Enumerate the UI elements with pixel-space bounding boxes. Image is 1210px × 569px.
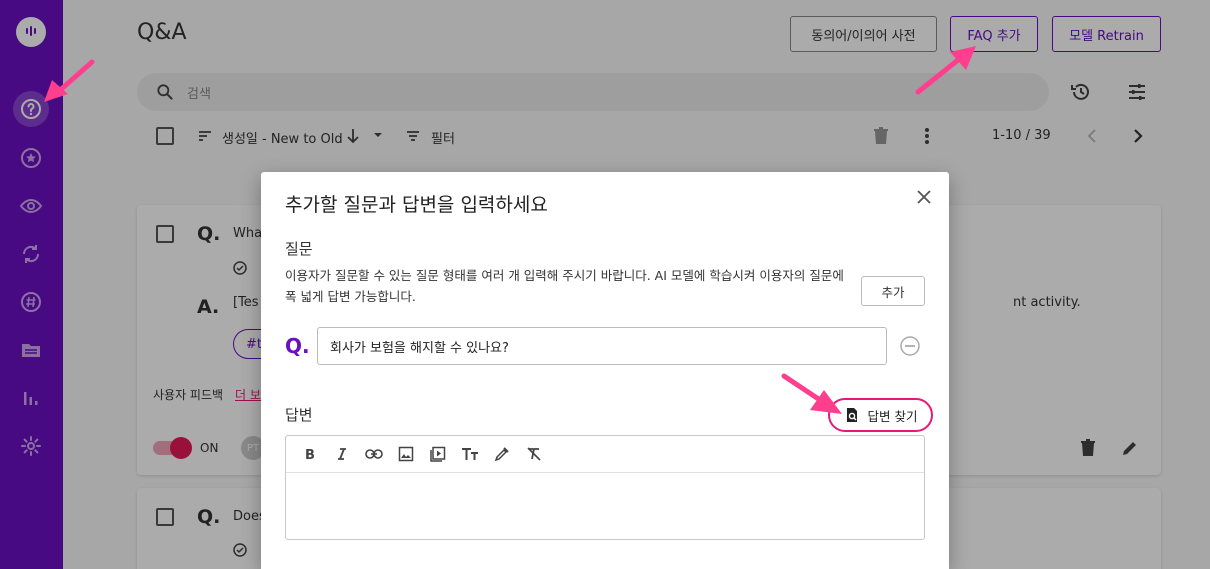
image-icon[interactable] — [390, 442, 422, 466]
clear-format-icon[interactable] — [518, 442, 550, 466]
close-icon — [917, 190, 931, 204]
answer-section-label: 답변 — [285, 406, 313, 424]
text-size-icon[interactable] — [454, 442, 486, 466]
dialog-title: 추가할 질문과 답변을 입력하세요 — [285, 194, 548, 216]
question-section-label: 질문 — [285, 240, 313, 258]
add-question-button[interactable]: 추가 — [861, 276, 925, 306]
color-picker-icon[interactable] — [486, 442, 518, 466]
close-button[interactable] — [913, 186, 935, 208]
question-input[interactable]: 회사가 보험을 해지할 수 있나요? — [317, 327, 887, 365]
question-description: 이용자가 질문할 수 있는 질문 형태를 여러 개 입력해 주시기 바랍니다. … — [285, 268, 844, 304]
bold-icon[interactable]: B — [294, 442, 326, 466]
remove-question-button[interactable] — [899, 335, 921, 357]
find-answer-label: 답변 찾기 — [867, 408, 918, 424]
link-icon[interactable] — [358, 442, 390, 466]
svg-text:B: B — [305, 448, 315, 461]
video-icon[interactable] — [422, 442, 454, 466]
annotation-arrow — [44, 59, 95, 102]
minus-circle-icon — [900, 336, 920, 356]
annotation-arrow — [781, 373, 842, 414]
editor-toolbar: B — [286, 436, 924, 473]
answer-editor[interactable]: B — [285, 435, 925, 540]
italic-icon[interactable] — [326, 442, 358, 466]
question-prefix: Q. — [285, 334, 310, 358]
annotation-arrow — [915, 46, 976, 95]
